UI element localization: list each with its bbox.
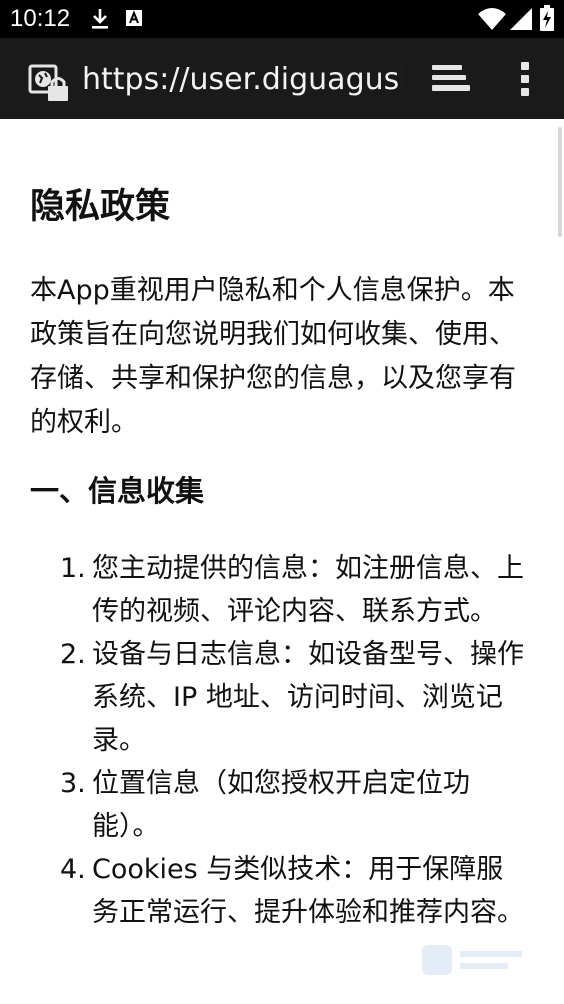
list-item-number: 1. bbox=[60, 553, 86, 584]
status-bar: 10:12 bbox=[0, 0, 564, 38]
battery-charging-icon bbox=[540, 5, 554, 31]
web-content[interactable]: 隐私政策 本App重视用户隐私和个人信息保护。本政策旨在向您说明我们如何收集、使… bbox=[0, 119, 564, 1004]
wifi-icon bbox=[478, 8, 506, 30]
watermark-logo bbox=[422, 945, 522, 975]
info-collection-list: 1. 您主动提供的信息：如注册信息、上传的视频、评论内容、联系方式。 2. 设备… bbox=[60, 547, 530, 934]
secure-site-icon[interactable] bbox=[28, 64, 70, 102]
tabs-icon[interactable] bbox=[432, 65, 470, 93]
list-item-number: 4. bbox=[60, 854, 86, 885]
page-title: 隐私政策 bbox=[30, 187, 171, 227]
list-item-number: 3. bbox=[60, 768, 86, 799]
list-item-text: 设备与日志信息：如设备型号、操作系统、IP 地址、访问时间、浏览记录。 bbox=[92, 639, 524, 756]
intro-paragraph: 本App重视用户隐私和个人信息保护。本政策旨在向您说明我们如何收集、使用、存储、… bbox=[30, 275, 516, 438]
keyboard-a-icon bbox=[126, 10, 142, 26]
url-field[interactable]: https://user.diguagush bbox=[82, 60, 402, 100]
browser-toolbar: https://user.diguagush bbox=[0, 38, 564, 119]
list-item-number: 2. bbox=[60, 639, 86, 670]
cell-signal-icon bbox=[510, 8, 532, 30]
list-item: 1. 您主动提供的信息：如注册信息、上传的视频、评论内容、联系方式。 bbox=[60, 547, 530, 633]
list-item: 4. Cookies 与类似技术：用于保障服务正常运行、提升体验和推荐内容。 bbox=[60, 848, 530, 934]
section-heading: 一、信息收集 bbox=[30, 474, 205, 508]
status-time: 10:12 bbox=[10, 5, 71, 32]
list-item-text: 位置信息（如您授权开启定位功能）。 bbox=[92, 768, 470, 842]
download-icon bbox=[92, 9, 108, 29]
more-options-icon[interactable] bbox=[520, 62, 530, 96]
list-item-text: Cookies 与类似技术：用于保障服务正常运行、提升体验和推荐内容。 bbox=[92, 854, 524, 928]
list-item: 2. 设备与日志信息：如设备型号、操作系统、IP 地址、访问时间、浏览记录。 bbox=[60, 633, 530, 762]
list-item: 3. 位置信息（如您授权开启定位功能）。 bbox=[60, 762, 530, 848]
scrollbar[interactable] bbox=[558, 127, 562, 237]
list-item-text: 您主动提供的信息：如注册信息、上传的视频、评论内容、联系方式。 bbox=[92, 553, 524, 627]
